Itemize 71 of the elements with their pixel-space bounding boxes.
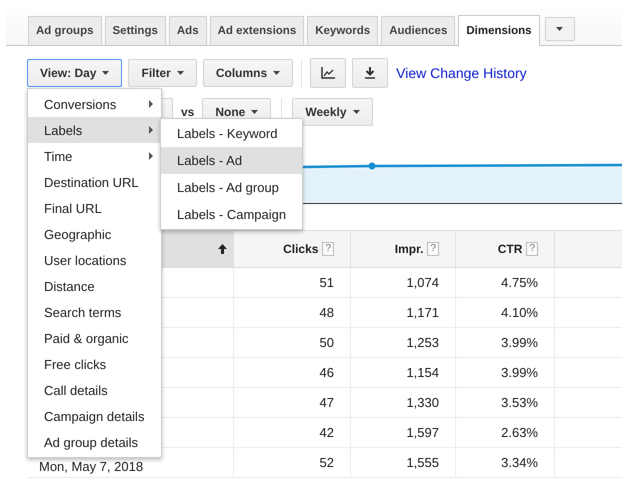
table-cell: 3.34%	[455, 448, 554, 477]
tab[interactable]: Audiences	[381, 16, 456, 45]
menu-item[interactable]: Time	[28, 143, 161, 169]
tab[interactable]: Ad extensions	[210, 16, 304, 45]
caret-icon	[352, 110, 360, 114]
table-cell: 1,555	[350, 448, 455, 477]
table-cell: 4.75%	[455, 268, 554, 297]
table-cell: 2.63%	[455, 418, 554, 447]
column-header[interactable]: Clicks ?	[233, 231, 350, 267]
table-cell: 50	[233, 328, 350, 357]
caret-icon	[556, 27, 564, 31]
table-cell: 1,171	[350, 298, 455, 327]
table-cell: 4.10%	[455, 298, 554, 327]
menu-item[interactable]: Labels - Ad group	[161, 174, 302, 201]
submenu-arrow-icon	[149, 152, 153, 160]
tab[interactable]: Keywords	[307, 16, 378, 45]
chart-button[interactable]	[310, 58, 346, 88]
table-cell: 1,597	[350, 418, 455, 447]
column-header[interactable]: Impr. ?	[350, 231, 455, 267]
interval-dropdown[interactable]: Weekly	[292, 98, 372, 126]
menu-item[interactable]: Labels - Campaign	[161, 201, 302, 228]
table-cell: 52	[233, 448, 350, 477]
tab[interactable]: Settings	[104, 16, 166, 45]
menu-item[interactable]: Geographic	[28, 221, 161, 247]
help-icon[interactable]: ?	[526, 242, 538, 256]
dropdown-button[interactable]: Columns	[202, 58, 294, 86]
menu-item[interactable]: Search terms	[28, 299, 161, 325]
table-cell: 51	[233, 268, 350, 297]
tab[interactable]: Dimensions	[458, 15, 540, 46]
help-icon[interactable]: ?	[427, 242, 439, 256]
change-history-link[interactable]: View Change History	[396, 64, 527, 80]
table-cell: 3.99%	[455, 328, 554, 357]
vs-label: vs	[181, 105, 194, 119]
tab[interactable]: Ads	[168, 16, 207, 45]
menu-item[interactable]: Ad group details	[28, 429, 161, 455]
menu-item[interactable]: Labels - Ad	[161, 147, 302, 174]
table-cell: 48	[233, 298, 350, 327]
menu-item[interactable]: Distance	[28, 273, 161, 299]
download-button[interactable]	[352, 58, 388, 88]
menu-item[interactable]: Labels	[28, 117, 161, 143]
help-icon[interactable]: ?	[322, 242, 334, 256]
caret-icon	[273, 70, 280, 74]
menu-item[interactable]: Campaign details	[28, 403, 161, 429]
caret-icon	[251, 110, 258, 114]
caret-icon	[176, 70, 184, 74]
table-cell: 46	[233, 358, 350, 387]
tab[interactable]: Ad groups	[28, 16, 102, 45]
menu-item[interactable]: Destination URL	[28, 169, 161, 195]
menu-item[interactable]: Free clicks	[28, 351, 161, 377]
column-header[interactable]: CTR ?	[455, 231, 554, 267]
table-cell: 47	[233, 388, 350, 417]
menu-item[interactable]: User locations	[28, 247, 161, 273]
table-cell: 1,074	[350, 268, 455, 297]
submenu-arrow-icon	[149, 126, 153, 134]
dropdown-button[interactable]: Filter	[128, 58, 197, 86]
dropdown-button[interactable]: View: Day	[27, 58, 122, 86]
line-chart-icon	[321, 66, 336, 78]
table-cell: 42	[233, 418, 350, 447]
table-cell: 1,253	[350, 328, 455, 357]
table-cell: 1,330	[350, 388, 455, 417]
caret-icon	[102, 70, 110, 74]
download-icon	[364, 66, 376, 78]
table-cell: 3.99%	[455, 358, 554, 387]
table-cell: Mon, May 7, 2018	[39, 459, 144, 474]
menu-item[interactable]: Final URL	[28, 195, 161, 221]
menu-item[interactable]: Call details	[28, 377, 161, 403]
table-cell: 1,154	[350, 358, 455, 387]
submenu-arrow-icon	[149, 100, 153, 108]
menu-item[interactable]: Conversions	[28, 91, 161, 117]
table-cell: 3.53%	[455, 388, 554, 417]
menu-item[interactable]: Paid & organic	[28, 325, 161, 351]
